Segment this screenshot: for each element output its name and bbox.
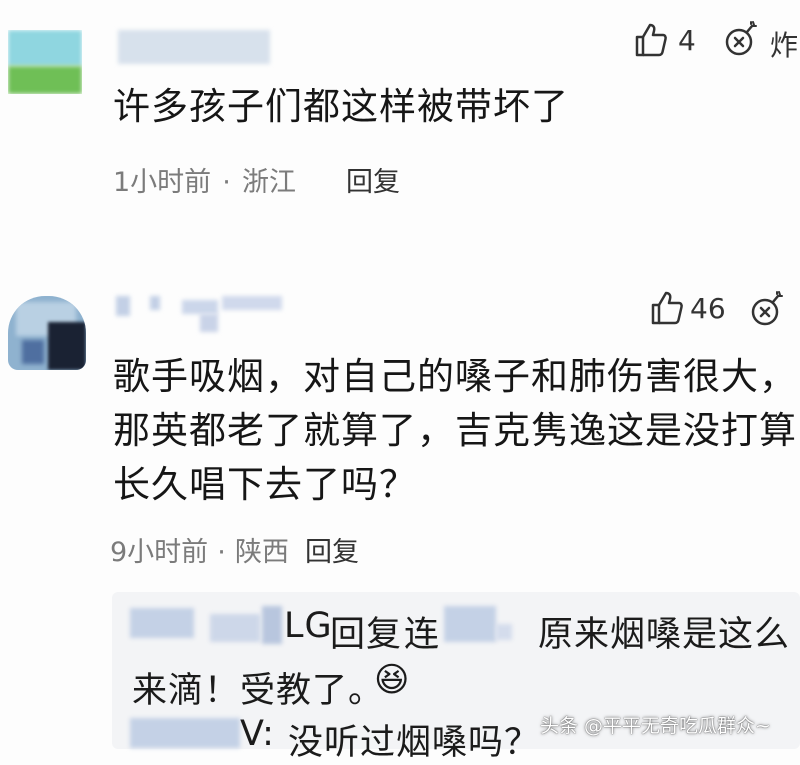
like-button[interactable]: 4	[634, 20, 704, 62]
thumbs-up-icon	[651, 291, 683, 325]
laughing-emoji-icon: 😆	[374, 660, 410, 700]
comment-text: 歌手吸烟，对自己的嗓子和肺伤害很大， 那英都老了就算了，吉克隽逸这是没打算 长久…	[113, 350, 800, 520]
comment-time: 1小时前	[113, 167, 212, 198]
comment-meta: 9小时前 · 陕西	[110, 530, 289, 568]
reply-author[interactable]: LG	[284, 606, 333, 646]
thumbs-up-icon	[635, 23, 667, 57]
reply-button[interactable]: 回复	[305, 530, 359, 569]
like-count: 4	[678, 24, 696, 57]
bomb-icon	[725, 21, 757, 56]
like-button[interactable]: 46	[650, 288, 726, 330]
reply-author-redacted[interactable]	[130, 718, 240, 748]
reply-content-continued: 来滴！受教了。	[132, 671, 385, 711]
comment-text: 许多孩子们都这样被带坏了	[113, 85, 569, 128]
bomb-icon	[751, 291, 783, 326]
reply-author[interactable]: V:	[240, 714, 275, 754]
watermark: 头条 @平平无奇吃瓜群众~	[540, 715, 771, 737]
comment-line: 长久唱下去了吗？	[113, 463, 417, 506]
reply-author-redacted[interactable]	[130, 608, 194, 638]
comment-line: 那英都老了就算了，吉克隽逸这是没打算	[113, 409, 797, 452]
reply-target-redacted[interactable]	[444, 606, 496, 642]
reply-button[interactable]: 回复	[346, 160, 400, 199]
meta-separator: ·	[217, 537, 226, 568]
user-avatar[interactable]	[8, 30, 82, 94]
reply-content: 没听过烟嗓吗？	[288, 723, 541, 763]
reply-content: 原来烟嗓是这么	[538, 615, 791, 655]
user-avatar[interactable]	[8, 296, 86, 370]
bomb-button[interactable]	[750, 288, 800, 332]
meta-separator: ·	[222, 167, 231, 198]
bomb-label: 炸	[770, 29, 799, 62]
comment-time: 9小时前	[110, 537, 209, 568]
comment-location: 陕西	[234, 537, 289, 568]
comment-line: 歌手吸烟，对自己的嗓子和肺伤害很大，	[113, 355, 797, 398]
comment-location: 浙江	[241, 167, 296, 198]
like-count: 46	[690, 292, 726, 325]
comment-meta: 1小时前 · 浙江	[113, 160, 296, 198]
reply-word: 回复	[330, 615, 403, 655]
reply-target[interactable]: 连	[404, 606, 440, 657]
bomb-button[interactable]: 炸	[724, 18, 800, 62]
username-redacted[interactable]	[118, 30, 270, 64]
